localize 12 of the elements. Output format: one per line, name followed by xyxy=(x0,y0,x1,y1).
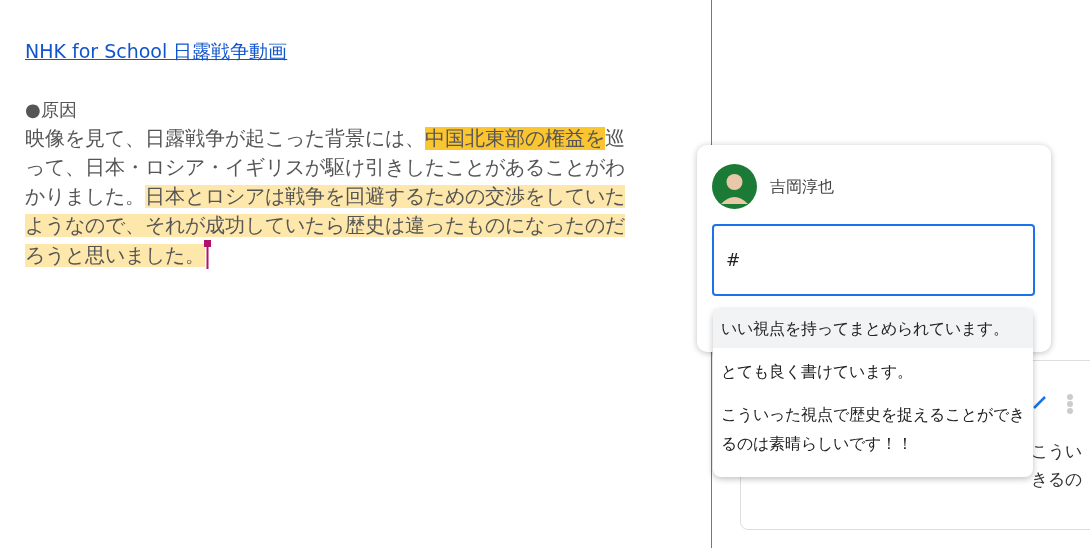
suggestion-item[interactable]: こういった視点で歴史を捉えることができるのは素晴らしいです！！ xyxy=(713,395,1033,463)
document-link[interactable]: NHK for School 日露戦争動画 xyxy=(25,37,288,66)
comment-text-fragment: きるの xyxy=(1031,468,1082,491)
suggestion-item[interactable]: いい視点を持ってまとめられています。 xyxy=(713,309,1033,348)
section-heading: ●原因 xyxy=(25,98,77,122)
comment-text-fragment: こうい xyxy=(1031,440,1082,463)
comment-input[interactable]: # xyxy=(712,224,1035,296)
paragraph-text: 映像を見て、日露戦争が起こった背景には、中国北東部の権益を巡って、日本・ロシア・イギリスが駆け引きしたことがあることがわかりました。日本とロシアは戦争を回避するための交渉をしていたようなので、それが成功していたら歴史は違ったものになったのだろうと思いました。 xyxy=(25,124,627,270)
text-cursor-icon xyxy=(204,240,212,270)
avatar-icon xyxy=(712,164,757,209)
author-name: 吉岡淳也 xyxy=(770,176,834,198)
suggestion-item[interactable]: とても良く書けています。 xyxy=(713,352,1033,391)
